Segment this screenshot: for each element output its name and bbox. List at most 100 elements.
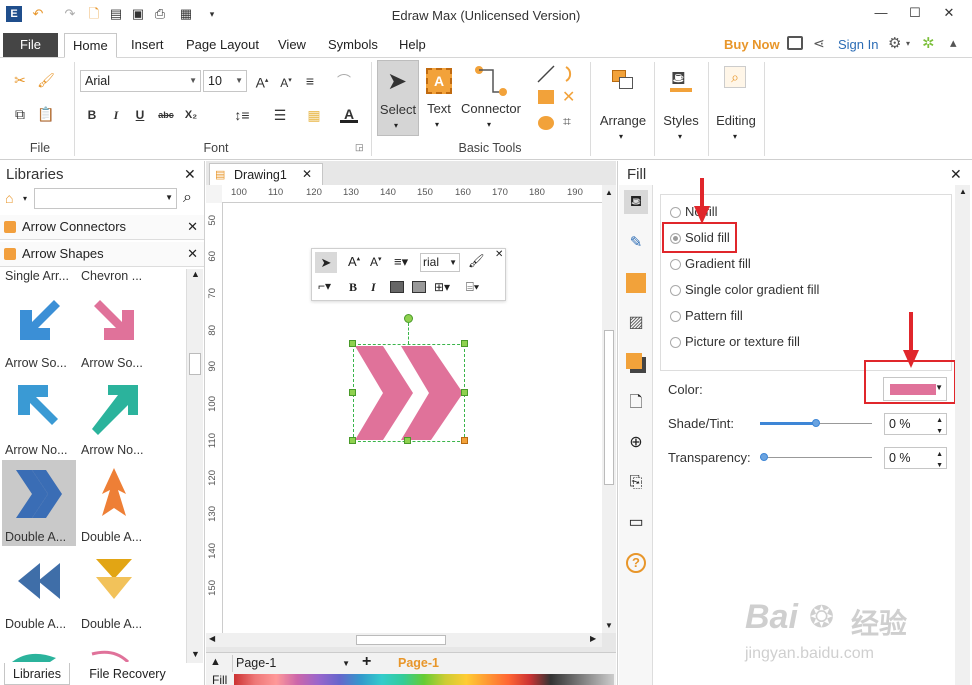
- add-page-icon[interactable]: +: [362, 653, 371, 671]
- transparency-knob[interactable]: [760, 453, 768, 461]
- transparency-slider[interactable]: [760, 453, 872, 461]
- buy-now-link[interactable]: Buy Now: [724, 37, 780, 52]
- grow-font-icon[interactable]: A▴: [252, 71, 272, 91]
- library-shape-item[interactable]: Double A...: [78, 460, 152, 546]
- editing-button[interactable]: ⌕ Editing ▾: [712, 60, 760, 150]
- help-icon[interactable]: ?: [624, 551, 648, 575]
- transparency-input[interactable]: 0 % ▲ ▼: [884, 447, 947, 469]
- font-dialog-launcher-icon[interactable]: ◲: [355, 142, 364, 153]
- shade-tint-slider[interactable]: [760, 419, 872, 427]
- option-pattern-fill[interactable]: Pattern fill: [685, 308, 743, 323]
- paste-icon[interactable]: 📋: [36, 104, 56, 124]
- option-gradient-fill[interactable]: Gradient fill: [685, 256, 751, 271]
- page-select[interactable]: Page-1 ▼: [232, 655, 352, 672]
- library-section-arrow-connectors[interactable]: Arrow Connectors ✕: [0, 215, 204, 240]
- arrange-button[interactable]: Arrange ▾: [596, 60, 650, 150]
- radio-no-fill[interactable]: [670, 207, 681, 218]
- italic-button[interactable]: I: [371, 280, 376, 295]
- resize-handle[interactable]: [404, 437, 411, 444]
- crop-icon[interactable]: ⌗: [563, 113, 571, 130]
- shrink-font-icon[interactable]: A▾: [276, 71, 296, 91]
- line-icon[interactable]: [536, 64, 556, 84]
- canvas-horizontal-scrollbar[interactable]: ◀ ▶: [206, 633, 602, 647]
- library-search-input[interactable]: ▼: [34, 188, 177, 209]
- mini-font-select[interactable]: rial ▼: [420, 253, 460, 272]
- page-tab-active[interactable]: Page-1: [398, 656, 439, 670]
- scroll-down-icon[interactable]: ▼: [605, 621, 613, 630]
- bold-button[interactable]: B: [349, 280, 357, 295]
- library-shape-item[interactable]: Arrow So...: [2, 286, 76, 372]
- maximize-icon[interactable]: ☐: [904, 5, 926, 23]
- bullet-list-icon[interactable]: ☰: [270, 105, 290, 125]
- scroll-left-icon[interactable]: ◀: [209, 634, 215, 643]
- minimize-icon[interactable]: —: [870, 5, 892, 23]
- radio-pattern-fill[interactable]: [670, 311, 681, 322]
- tab-insert[interactable]: Insert: [123, 33, 172, 58]
- scroll-down-icon[interactable]: ▼: [191, 649, 200, 659]
- resize-handle[interactable]: [349, 340, 356, 347]
- font-size-select[interactable]: 10 ▼: [203, 70, 247, 92]
- scroll-thumb[interactable]: [189, 353, 201, 375]
- drawing-page[interactable]: ➤ A▴ A▾ ≡▾ rial ▼ 🖌 ✕ ⌐▾ B I ⊞▾ ⌸▾: [223, 203, 602, 633]
- close-icon[interactable]: ✕: [187, 242, 198, 266]
- theme-icon[interactable]: ✲: [922, 34, 935, 52]
- sign-in-link[interactable]: Sign In: [838, 37, 878, 52]
- shadow-color-icon[interactable]: [624, 271, 648, 295]
- file-menu-tab[interactable]: File: [3, 33, 58, 57]
- rotation-handle[interactable]: [404, 314, 413, 323]
- close-icon[interactable]: ✕: [184, 166, 196, 183]
- select-tool-button[interactable]: ➤ Select ▾: [377, 60, 419, 136]
- pointer-icon[interactable]: ➤: [315, 252, 337, 273]
- fill-style-icon[interactable]: ⌸▾: [466, 279, 479, 295]
- underline-button[interactable]: U: [131, 106, 149, 124]
- search-icon[interactable]: ⌕: [183, 189, 192, 207]
- shrink-font-icon[interactable]: A▾: [370, 255, 382, 269]
- image-icon[interactable]: ▨: [624, 311, 648, 335]
- globe-icon[interactable]: ⊕: [624, 431, 648, 455]
- scroll-right-icon[interactable]: ▶: [590, 634, 596, 643]
- group-icon[interactable]: ⊞▾: [434, 280, 450, 294]
- scroll-thumb[interactable]: [356, 635, 446, 645]
- spin-down-icon[interactable]: ▼: [936, 456, 943, 476]
- ribbon-collapse-icon[interactable]: ▴: [950, 35, 957, 51]
- radio-picture-fill[interactable]: [670, 337, 681, 348]
- page-up-icon[interactable]: ▲: [210, 656, 221, 668]
- shadow-icon[interactable]: [624, 351, 648, 375]
- text-orientation-icon[interactable]: ⌒: [334, 71, 354, 91]
- page-properties-icon[interactable]: 🗋: [624, 391, 648, 415]
- library-section-arrow-shapes[interactable]: Arrow Shapes ✕: [0, 242, 204, 267]
- close-icon[interactable]: ✕: [950, 166, 962, 183]
- close-icon[interactable]: ✕: [938, 5, 960, 23]
- subscript-button[interactable]: X₂: [182, 106, 200, 124]
- bold-button[interactable]: B: [83, 106, 101, 124]
- comment-icon[interactable]: ▭: [624, 511, 648, 535]
- cart-icon[interactable]: [787, 36, 803, 50]
- spin-down-icon[interactable]: ▼: [936, 422, 943, 442]
- font-color-button[interactable]: A: [340, 105, 358, 123]
- resize-handle[interactable]: [349, 389, 356, 396]
- settings-gear-icon[interactable]: ⚙: [888, 34, 901, 52]
- share-icon[interactable]: ⋖: [813, 35, 825, 52]
- scroll-thumb[interactable]: [604, 330, 614, 485]
- home-icon[interactable]: ⌂: [5, 190, 13, 206]
- document-tab[interactable]: ▤ Drawing1 ✕: [209, 163, 323, 185]
- library-shape-item-selected[interactable]: Double A...: [2, 460, 76, 546]
- strikethrough-button[interactable]: abc: [155, 106, 177, 124]
- chevron-down-icon[interactable]: ▾: [23, 194, 27, 203]
- tab-help[interactable]: Help: [391, 33, 434, 58]
- library-scrollbar[interactable]: ▲ ▼: [186, 269, 203, 663]
- close-icon[interactable]: ✕: [302, 167, 312, 181]
- canvas-vertical-scrollbar[interactable]: ▲ ▼: [602, 185, 616, 633]
- align-text-icon[interactable]: ≡▾: [394, 254, 408, 270]
- align-text-icon[interactable]: ≡: [300, 71, 320, 91]
- close-icon[interactable]: ✕: [187, 215, 198, 239]
- styles-button[interactable]: ⛾ Styles ▾: [658, 60, 704, 150]
- library-shape-item[interactable]: Arrow No...: [78, 373, 152, 459]
- connector-style-icon[interactable]: ⌐▾: [318, 279, 331, 293]
- bring-front-icon[interactable]: [390, 281, 404, 293]
- fill-panel-scrollbar[interactable]: ▲: [955, 185, 970, 685]
- italic-button[interactable]: I: [107, 106, 125, 124]
- resize-handle[interactable]: [461, 437, 468, 444]
- rectangle-icon[interactable]: [538, 90, 554, 104]
- connector-tool-button[interactable]: Connector ▾: [459, 60, 523, 136]
